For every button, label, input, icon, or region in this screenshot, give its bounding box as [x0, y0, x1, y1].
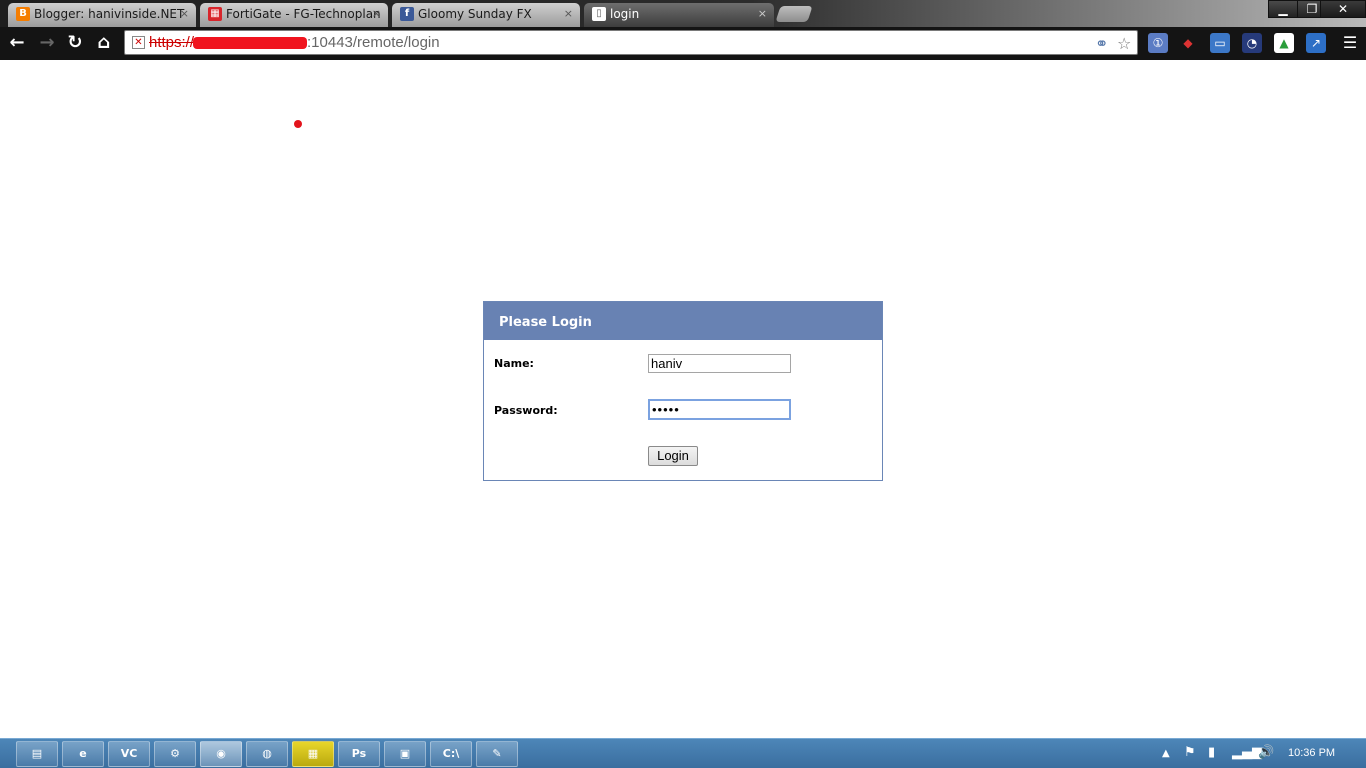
tab-close-icon[interactable]: ×: [758, 3, 767, 25]
taskbar-chrome-icon[interactable]: ◉: [200, 741, 242, 767]
tab-login[interactable]: ▯ login ×: [584, 3, 774, 27]
taskbar-photoshop-icon[interactable]: Ps: [338, 741, 380, 767]
action-center-flag-icon[interactable]: ⚑: [1184, 745, 1196, 760]
tab-label: Blogger: hanivinside.NET: [34, 7, 185, 21]
extension-window-icon[interactable]: ▭: [1210, 33, 1230, 53]
extension-speed-icon[interactable]: ◔: [1242, 33, 1262, 53]
name-input[interactable]: haniv: [648, 354, 791, 373]
tab-fortigate[interactable]: ▦ FortiGate - FG-Technoplan ×: [200, 3, 388, 27]
menu-icon[interactable]: ☰: [1340, 33, 1360, 53]
tab-close-icon[interactable]: ×: [564, 3, 573, 25]
link-icon[interactable]: ⚭: [1095, 34, 1108, 53]
taskbar: ▤ e VC ⚙ ◉ ◍ ▦ Ps ▣ C:\ ✎ ▲ ⚑ ▮ ▂▄▆ 🔊 10…: [0, 738, 1366, 768]
tab-gloomy-sunday[interactable]: f Gloomy Sunday FX ×: [392, 3, 580, 27]
red-dot-marker: [294, 120, 302, 128]
taskbar-ie-icon[interactable]: e: [62, 741, 104, 767]
tab-label: Gloomy Sunday FX: [418, 7, 532, 21]
taskbar-paint-icon[interactable]: ✎: [476, 741, 518, 767]
extension-drive-icon[interactable]: ▲: [1274, 33, 1294, 53]
minimize-button[interactable]: ▁: [1268, 0, 1298, 18]
tab-close-icon[interactable]: ×: [180, 3, 189, 25]
blogger-icon: B: [16, 7, 30, 21]
login-panel: Please Login Name: haniv Password: •••••…: [483, 301, 883, 481]
url-scheme: https://: [149, 34, 195, 51]
taskbar-remote-desktop-icon[interactable]: ▣: [384, 741, 426, 767]
url-path: :10443/remote/login: [307, 34, 440, 51]
login-header: Please Login: [484, 302, 882, 340]
tab-close-icon[interactable]: ×: [372, 3, 381, 25]
redacted-host: [193, 37, 307, 49]
clock[interactable]: 10:36 PM: [1288, 747, 1335, 759]
tray-expand-icon[interactable]: ▲: [1162, 748, 1170, 759]
insecure-lock-icon[interactable]: ✕: [132, 36, 145, 49]
bookmark-star-icon[interactable]: ☆: [1117, 34, 1131, 53]
facebook-icon: f: [400, 7, 414, 21]
new-tab-button[interactable]: [775, 6, 813, 22]
page-icon: ▯: [592, 7, 606, 21]
tab-blogger[interactable]: B Blogger: hanivinside.NET ×: [8, 3, 196, 27]
login-button[interactable]: Login: [648, 446, 698, 466]
extension-chart-icon[interactable]: ↗: [1306, 33, 1326, 53]
fortigate-icon: ▦: [208, 7, 222, 21]
tab-label: login: [610, 7, 640, 21]
extension-translate-icon[interactable]: ①: [1148, 33, 1168, 53]
taskbar-file-explorer-icon[interactable]: ▤: [16, 741, 58, 767]
reload-button[interactable]: ↻: [64, 32, 86, 54]
title-bar: B Blogger: hanivinside.NET × ▦ FortiGate…: [0, 0, 1366, 27]
volume-icon[interactable]: 🔊: [1258, 745, 1274, 760]
name-label: Name:: [494, 357, 534, 370]
forward-button[interactable]: →: [36, 32, 58, 54]
tab-label: FortiGate - FG-Technoplan: [226, 7, 381, 21]
extension-arrow-icon[interactable]: ◆: [1178, 33, 1198, 53]
taskbar-firefox-icon[interactable]: ◍: [246, 741, 288, 767]
close-button[interactable]: ✕: [1320, 0, 1366, 18]
back-button[interactable]: ←: [6, 32, 28, 54]
power-icon[interactable]: ▮: [1208, 745, 1215, 760]
browser-toolbar: ← → ↻ ⌂ ✕ https:// :10443/remote/login ⚭…: [0, 27, 1366, 60]
address-bar[interactable]: ✕ https:// :10443/remote/login ⚭ ☆: [124, 30, 1138, 55]
taskbar-command-prompt-icon[interactable]: C:\: [430, 741, 472, 767]
taskbar-tools-icon[interactable]: ⚙: [154, 741, 196, 767]
password-label: Password:: [494, 404, 558, 417]
taskbar-vlc-icon[interactable]: VC: [108, 741, 150, 767]
taskbar-media-icon[interactable]: ▦: [292, 741, 334, 767]
password-input[interactable]: •••••: [648, 399, 791, 420]
home-button[interactable]: ⌂: [93, 32, 115, 54]
